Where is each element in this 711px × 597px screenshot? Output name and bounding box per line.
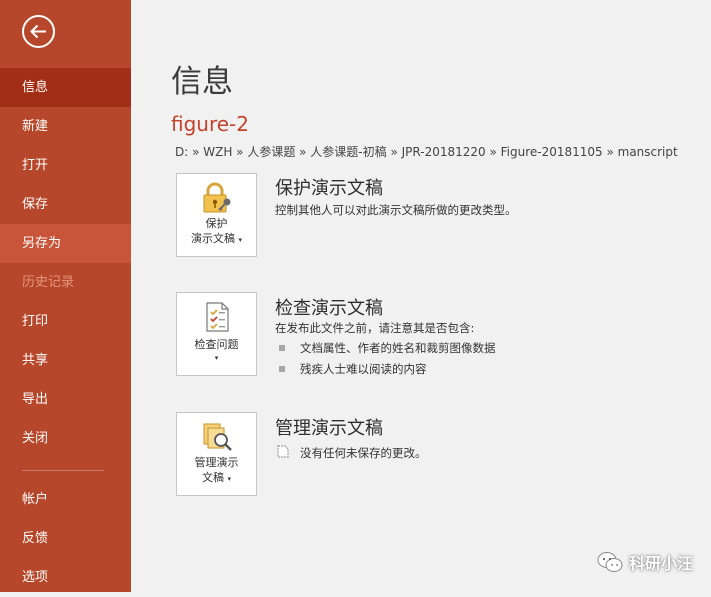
file-path-breadcrumb[interactable]: D: » WZH » 人参课题 » 人参课题-初稿 » JPR-20181220… bbox=[175, 143, 678, 160]
backstage-sidebar: 信息 新建 打开 保存 另存为 历史记录 打印 共享 导出 关闭 帐户 反馈 选… bbox=[0, 0, 131, 592]
inspect-section-desc: 在发布此文件之前，请注意其是否包含: bbox=[275, 321, 475, 335]
protect-section-title: 保护演示文稿 bbox=[275, 178, 383, 199]
nav-save-as[interactable]: 另存为 bbox=[0, 224, 131, 263]
nav-feedback[interactable]: 反馈 bbox=[0, 519, 131, 558]
info-pane: 信息 figure-2 D: » WZH » 人参课题 » 人参课题-初稿 » … bbox=[131, 0, 711, 592]
page-title: 信息 bbox=[171, 64, 233, 100]
manage-section-title: 管理演示文稿 bbox=[275, 418, 383, 439]
nav-options[interactable]: 选项 bbox=[0, 558, 131, 597]
nav-save[interactable]: 保存 bbox=[0, 185, 131, 224]
wechat-icon bbox=[597, 552, 623, 572]
manage-tile-label-2: 文稿 bbox=[201, 471, 224, 484]
dropdown-arrow-icon: ▾ bbox=[238, 236, 242, 244]
protect-tile-label-1: 保护 bbox=[205, 217, 228, 230]
inspect-document-icon bbox=[206, 302, 229, 332]
watermark-text: 科研小汪 bbox=[629, 554, 694, 573]
nav-info[interactable]: 信息 bbox=[0, 68, 131, 107]
nav-open[interactable]: 打开 bbox=[0, 146, 131, 185]
inspect-bullet-2: 残疾人士难以阅读的内容 bbox=[300, 362, 427, 376]
nav-history: 历史记录 bbox=[22, 275, 75, 290]
arrow-left-icon bbox=[30, 24, 46, 39]
protect-tile-label-2: 演示文稿 bbox=[190, 232, 235, 245]
protect-tile-label-2-wrap: 演示文稿 ▾ bbox=[177, 231, 256, 248]
nav-divider bbox=[22, 470, 104, 471]
manage-tile-label-2-wrap: 文稿 ▾ bbox=[177, 470, 256, 487]
inspect-bullet-1: 文档属性、作者的姓名和裁剪图像数据 bbox=[300, 341, 496, 355]
nav-share[interactable]: 共享 bbox=[0, 341, 131, 380]
manage-versions-icon bbox=[203, 423, 232, 451]
back-button[interactable] bbox=[22, 15, 55, 48]
bullet-icon bbox=[279, 345, 285, 351]
check-for-issues-button[interactable]: 检查问题 ▾ bbox=[176, 292, 257, 376]
inspect-tile-label: 检查问题 bbox=[194, 338, 239, 351]
nav-account[interactable]: 帐户 bbox=[0, 480, 131, 519]
lock-key-icon bbox=[203, 182, 231, 213]
document-icon bbox=[277, 445, 289, 458]
protect-section-desc: 控制其他人可以对此演示文稿所做的更改类型。 bbox=[275, 203, 517, 217]
inspect-section-title: 检查演示文稿 bbox=[275, 298, 383, 319]
manage-tile-label-1: 管理演示 bbox=[194, 456, 239, 469]
watermark: 科研小汪 bbox=[597, 549, 693, 575]
dropdown-arrow-icon: ▾ bbox=[214, 354, 219, 362]
document-name: figure-2 bbox=[171, 112, 249, 136]
nav-new[interactable]: 新建 bbox=[0, 107, 131, 146]
nav-export[interactable]: 导出 bbox=[0, 380, 131, 419]
protect-presentation-button[interactable]: 保护 演示文稿 ▾ bbox=[176, 173, 257, 257]
manage-presentation-button[interactable]: 管理演示 文稿 ▾ bbox=[176, 412, 257, 496]
nav-print[interactable]: 打印 bbox=[0, 302, 131, 341]
manage-section-desc: 没有任何未保存的更改。 bbox=[300, 446, 427, 460]
dropdown-arrow-icon: ▾ bbox=[227, 475, 231, 483]
nav-close[interactable]: 关闭 bbox=[0, 419, 131, 458]
bullet-icon bbox=[279, 366, 285, 372]
